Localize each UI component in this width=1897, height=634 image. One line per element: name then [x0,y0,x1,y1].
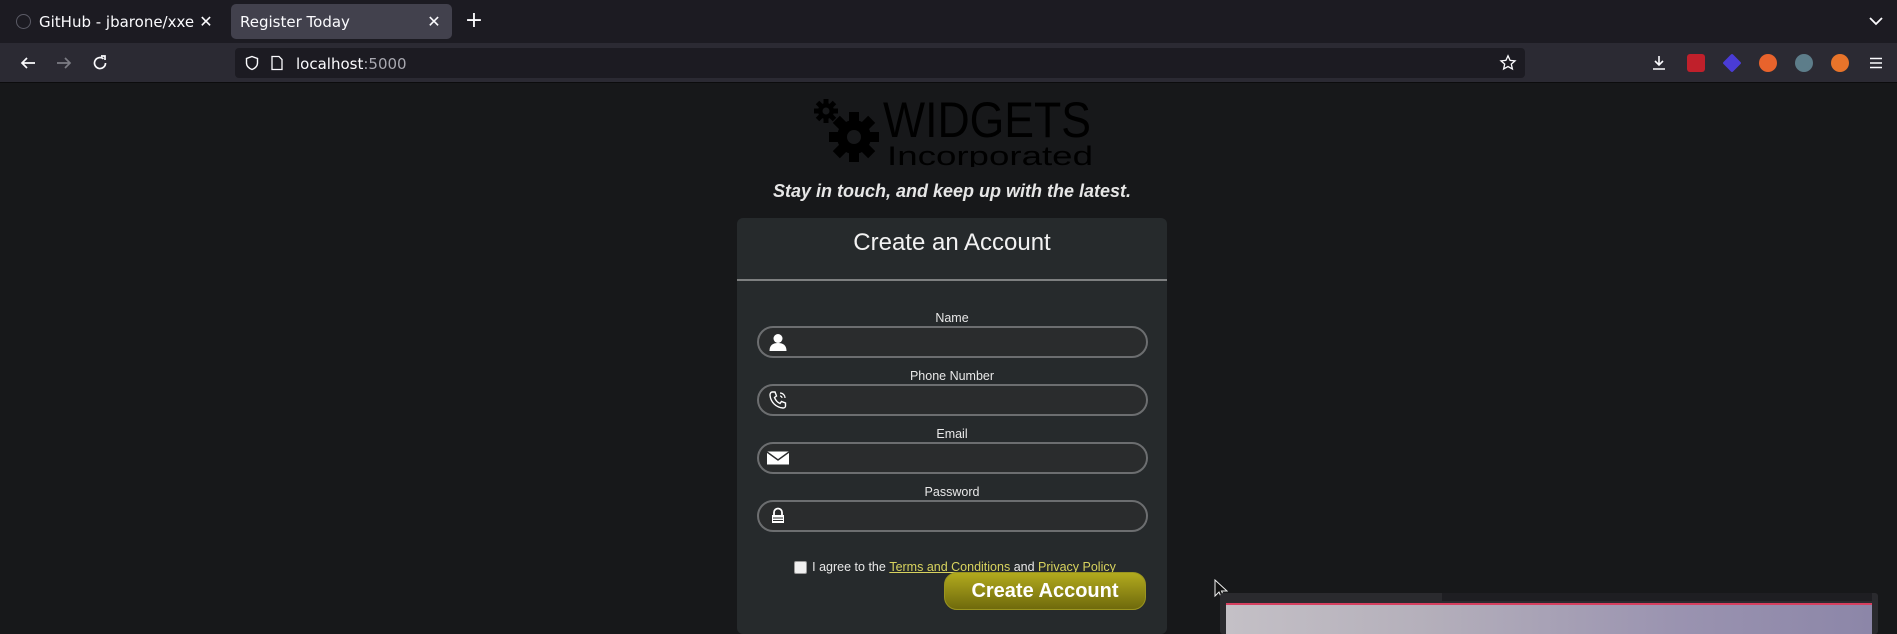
duckduckgo-icon[interactable] [1831,54,1849,72]
logo-line2: Incorporated [887,141,1093,167]
github-favicon-icon [16,14,31,29]
thumbnail-image [1226,603,1872,634]
password-field[interactable] [757,500,1148,532]
tab-title: Register Today [240,12,350,31]
preview-thumbnail [1220,593,1878,634]
agree-checkbox[interactable] [794,560,808,574]
url-bar[interactable]: localhost:5000 [235,48,1525,78]
thumbnail-header [1442,593,1872,601]
page-content: WIDGETS Incorporated Stay in touch, and … [0,83,1897,634]
phone-icon [765,390,791,410]
navigation-toolbar: localhost:5000 [0,43,1897,83]
url-host: localhost [296,54,364,73]
bookmark-star-icon[interactable] [1499,54,1517,76]
close-icon[interactable]: ✕ [422,10,446,34]
email-input[interactable] [791,445,1146,471]
create-account-button[interactable]: Create Account [944,572,1146,610]
tab-title: GitHub - jbarone/xxelab: [39,12,194,31]
new-tab-plus-icon[interactable]: + [462,9,486,33]
tab-github[interactable]: GitHub - jbarone/xxelab: ✕ [4,4,224,39]
email-label: Email [936,427,968,441]
extension-diamond-icon[interactable] [1722,53,1742,73]
downloads-icon[interactable] [1650,54,1668,72]
envelope-icon [765,448,791,468]
tagline: Stay in touch, and keep up with the late… [772,181,1132,201]
password-input[interactable] [791,503,1146,529]
hamburger-menu-icon[interactable] [1867,54,1885,72]
ublock-origin-icon[interactable] [1687,54,1705,72]
name-input[interactable] [791,329,1146,355]
tab-bar: GitHub - jbarone/xxelab: ✕ Register Toda… [0,0,1897,43]
registration-form: Create an Account Name Phone Number Emai… [737,218,1167,634]
page-icon [270,54,286,72]
phone-input[interactable] [791,387,1146,413]
phone-label: Phone Number [909,369,995,383]
phone-field[interactable] [757,384,1148,416]
chevron-down-icon[interactable] [1865,10,1887,32]
name-field[interactable] [757,326,1148,358]
agree-prefix: I agree to the [812,560,886,574]
url-port: :5000 [363,54,407,73]
email-field[interactable] [757,442,1148,474]
form-title: Create an Account [853,229,1051,256]
extension-glasses-icon[interactable] [1795,54,1813,72]
password-label: Password [924,485,980,499]
extension-fox-icon[interactable] [1759,54,1777,72]
lock-icon [765,506,791,526]
reload-icon[interactable] [86,50,114,76]
name-label: Name [935,311,969,325]
forward-arrow-icon[interactable] [50,50,78,76]
back-arrow-icon[interactable] [14,50,42,76]
shield-icon[interactable] [244,54,262,72]
close-icon[interactable]: ✕ [194,10,218,34]
tab-register-today[interactable]: Register Today ✕ [231,4,452,39]
widgets-logo: WIDGETS Incorporated [810,92,1096,171]
divider [737,279,1167,281]
person-icon [765,332,791,352]
